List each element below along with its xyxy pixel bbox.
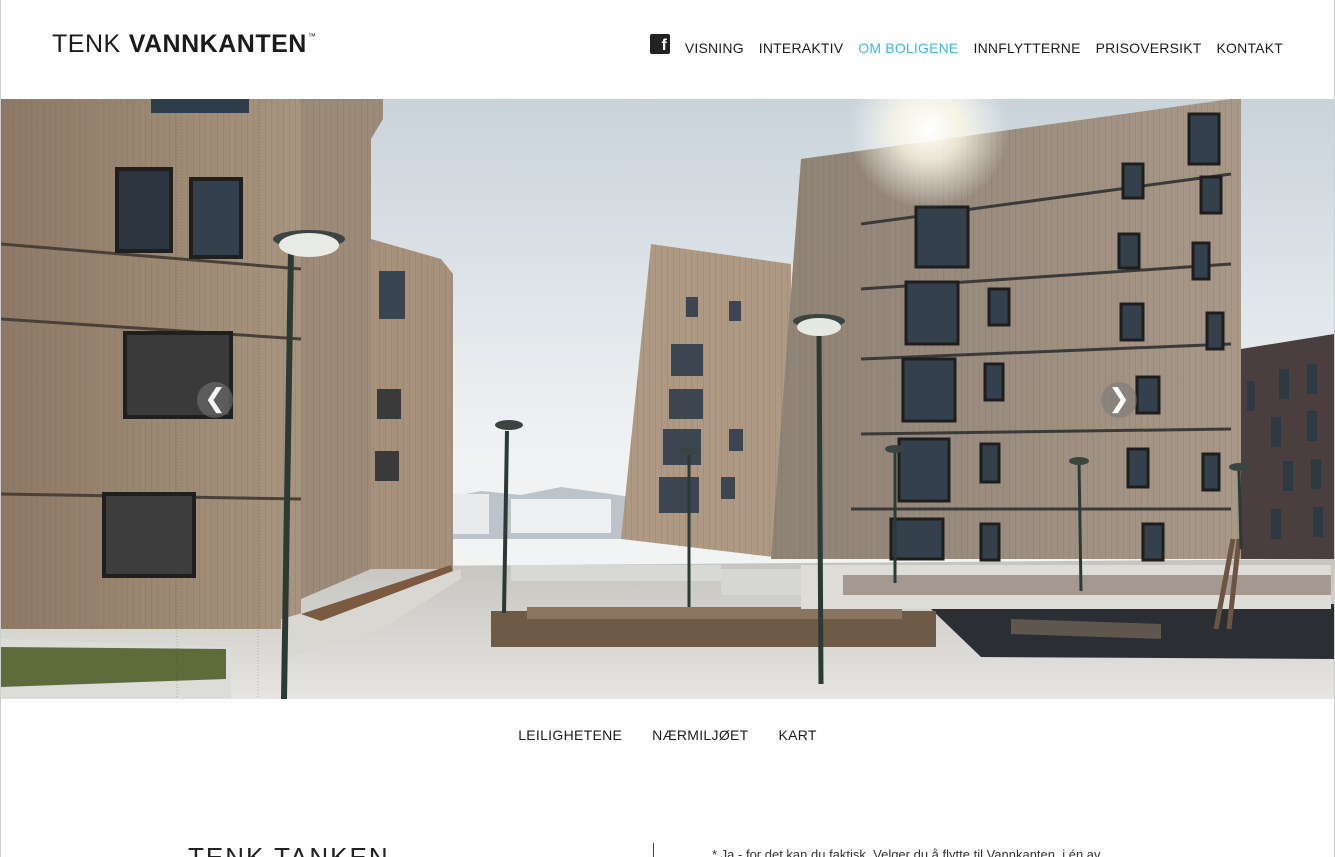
teaser-text: * Ja - for det kan du faktisk. Velger du…: [712, 847, 1101, 857]
slider-next-button[interactable]: ❯: [1101, 382, 1137, 418]
hero-slider[interactable]: ❮ ❯: [1, 99, 1334, 699]
site-logo[interactable]: TENK VANNKANTEN™: [52, 30, 316, 59]
site-header: TENK VANNKANTEN™ f VISNING INTERAKTIV OM …: [0, 0, 1335, 99]
nav-item-prisoversikt[interactable]: PRISOVERSIKT: [1096, 40, 1202, 56]
subnav-item-leilighetene[interactable]: LEILIGHETENE: [518, 727, 622, 743]
main-nav: f VISNING INTERAKTIV OM BOLIGENE INNFLYT…: [649, 33, 1283, 63]
subnav-item-naermiljoet[interactable]: NÆRMILJØET: [652, 727, 748, 743]
nav-item-visning[interactable]: VISNING: [685, 40, 744, 56]
slider-prev-button[interactable]: ❮: [197, 382, 233, 418]
nav-item-om-boligene[interactable]: OM BOLIGENE: [858, 40, 958, 56]
sub-nav: LEILIGHETENE NÆRMILJØET KART: [0, 727, 1335, 743]
logo-trademark: ™: [307, 32, 317, 41]
nav-item-innflytterne[interactable]: INNFLYTTERNE: [973, 40, 1080, 56]
nav-item-interaktiv[interactable]: INTERAKTIV: [759, 40, 843, 56]
teaser-logo: TENK TANKEN: [188, 842, 390, 857]
logo-light: TENK: [52, 30, 121, 58]
logo-bold: VANNKANTEN: [128, 30, 307, 58]
subnav-item-kart[interactable]: KART: [779, 727, 817, 743]
facebook-icon[interactable]: f: [649, 34, 670, 54]
content-divider: [653, 843, 654, 857]
nav-item-kontakt[interactable]: KONTAKT: [1217, 40, 1283, 56]
